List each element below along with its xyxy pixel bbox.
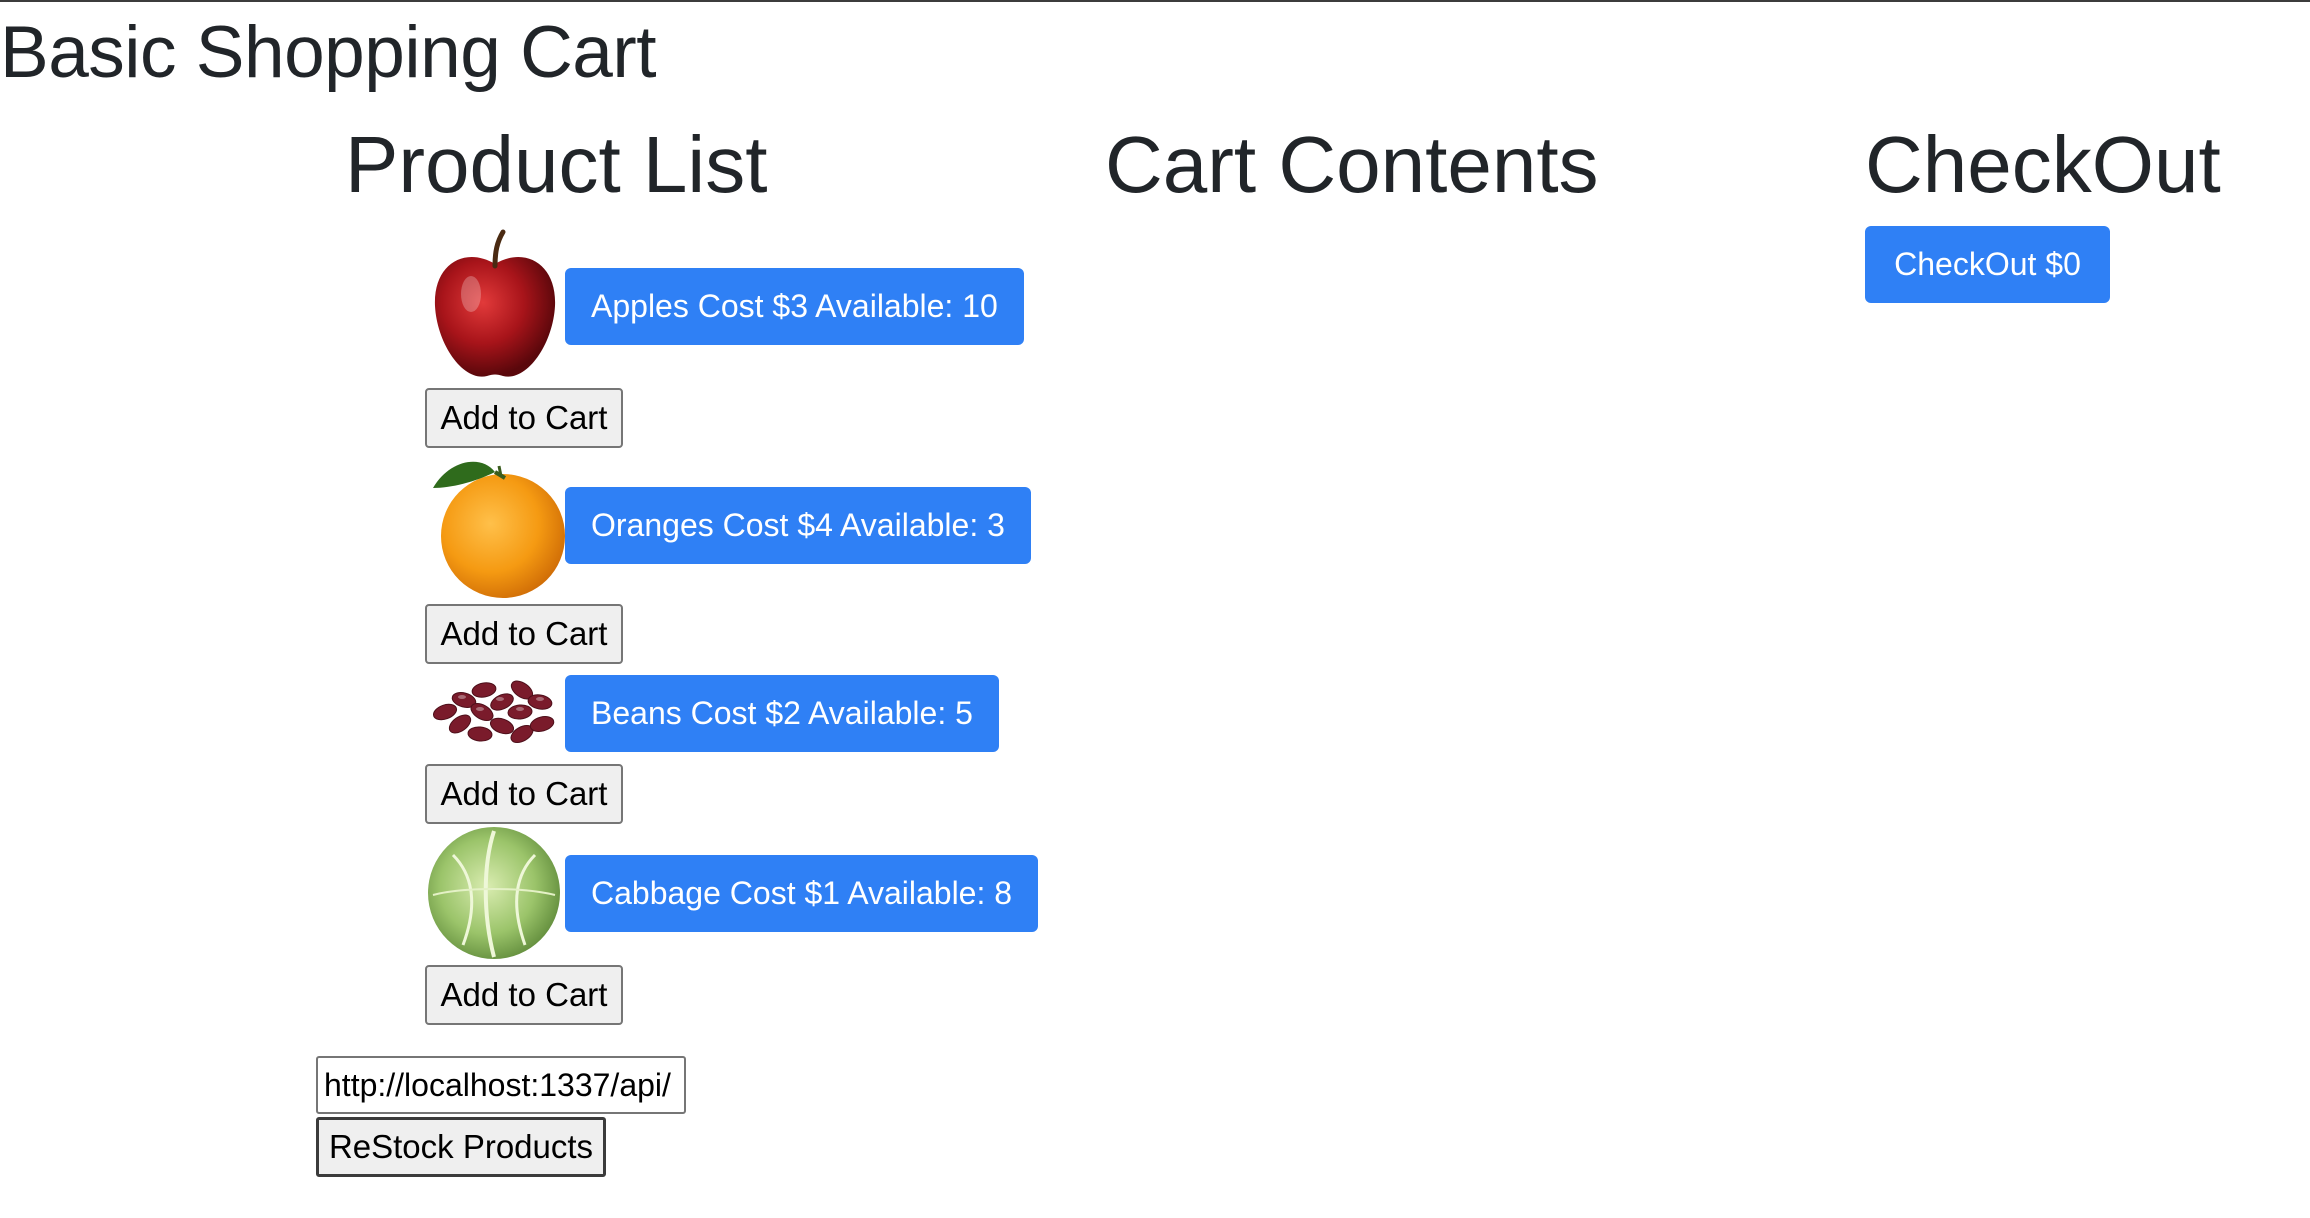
apple-image [425,224,565,384]
oranges-info-button[interactable]: Oranges Cost $4 Available: 3 [565,487,1031,564]
restock-url-input[interactable] [316,1056,686,1114]
cabbage-info-button[interactable]: Cabbage Cost $1 Available: 8 [565,855,1039,932]
product-list-heading: Product List [345,120,768,209]
orange-image [425,452,565,602]
add-cabbage-to-cart-button[interactable]: Add to Cart [425,965,623,1025]
checkout-button[interactable]: CheckOut $0 [1865,226,2110,303]
apples-info-button[interactable]: Apples Cost $3 Available: 10 [565,268,1024,345]
beans-image [430,672,570,752]
add-apples-to-cart-button[interactable]: Add to Cart [425,388,623,448]
add-oranges-to-cart-button[interactable]: Add to Cart [425,604,623,664]
page-title: Basic Shopping Cart [0,12,656,93]
add-beans-to-cart-button[interactable]: Add to Cart [425,764,623,824]
top-border [0,0,2310,2]
restock-products-button[interactable]: ReStock Products [316,1117,606,1177]
beans-info-button[interactable]: Beans Cost $2 Available: 5 [565,675,999,752]
checkout-heading: CheckOut [1865,120,2221,209]
cabbage-image [423,825,563,960]
cart-contents-heading: Cart Contents [1105,120,1599,209]
